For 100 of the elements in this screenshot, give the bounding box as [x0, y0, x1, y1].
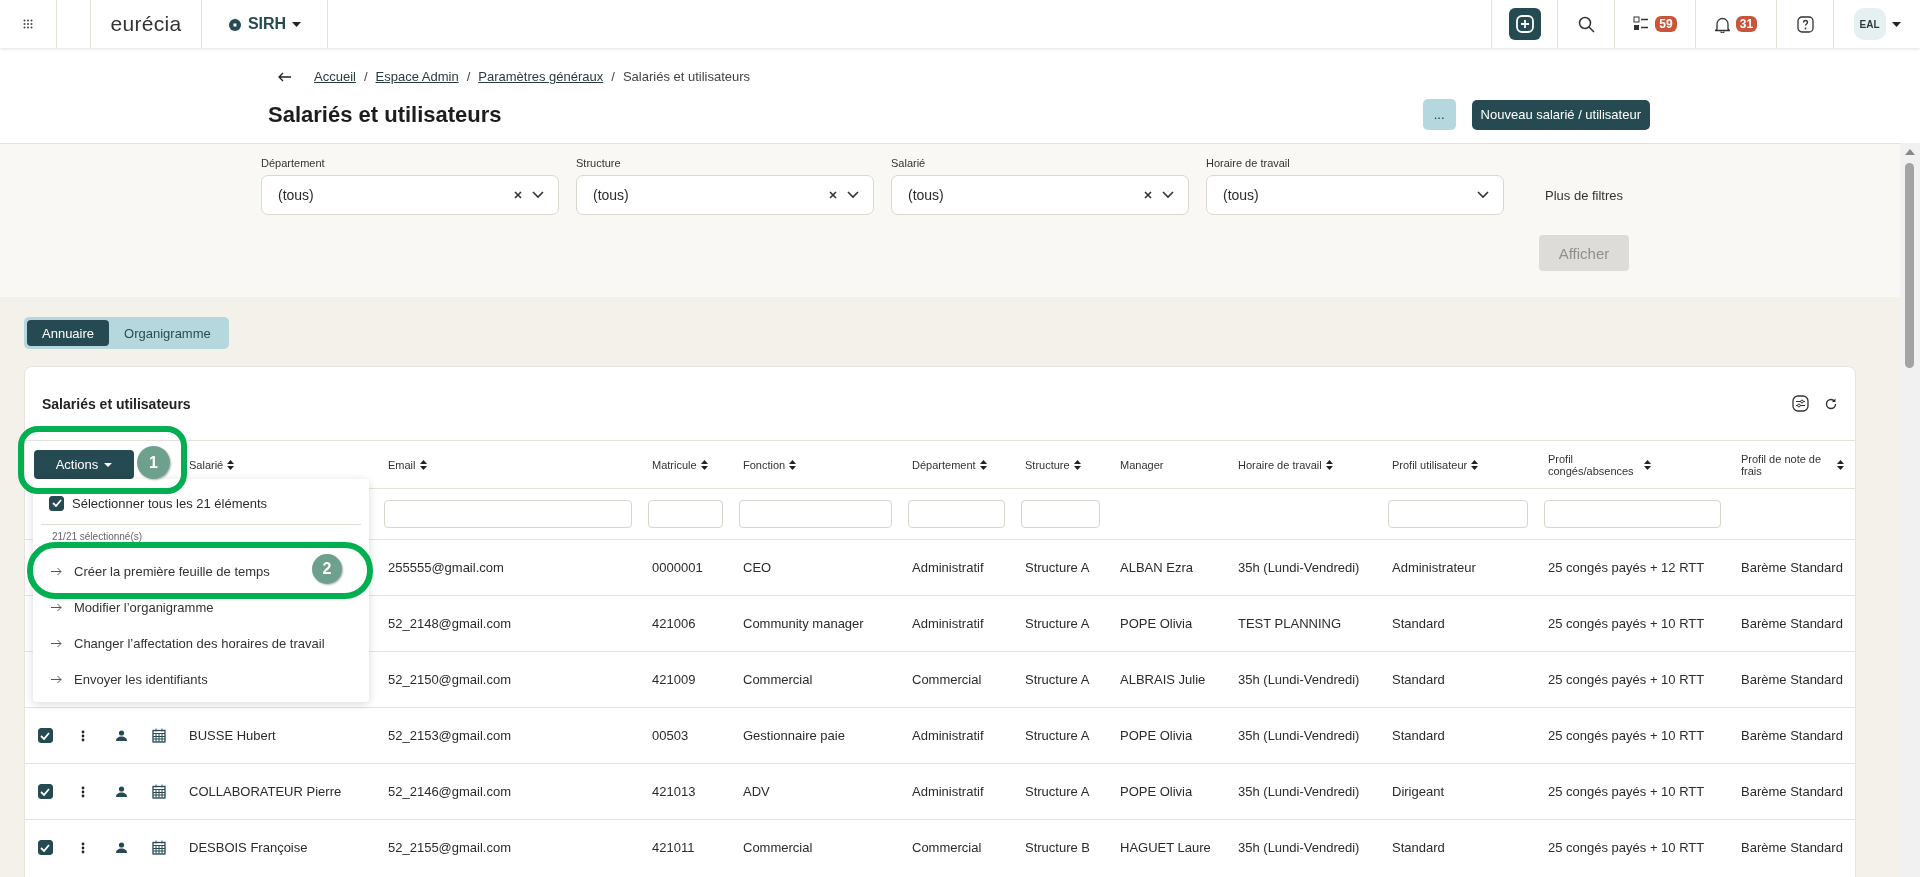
add-button[interactable]	[1508, 8, 1541, 40]
selection-count: 21/21 sélectionné(s)	[52, 531, 143, 543]
column-header[interactable]: Département	[900, 458, 1013, 471]
table-cell-text: 35h (Lundi-Vendredi)	[1237, 672, 1361, 687]
column-filter-field[interactable]	[1021, 500, 1100, 528]
scrollbar[interactable]	[1900, 143, 1920, 877]
column-header[interactable]: Email	[376, 458, 640, 471]
view-tab[interactable]: Annuaire	[27, 320, 110, 346]
column-filter-field[interactable]	[739, 500, 892, 528]
back-arrow-icon[interactable]	[278, 71, 292, 82]
column-header[interactable]: Profil congés/absences	[1536, 452, 1729, 477]
tasks-icon[interactable]	[1633, 16, 1650, 32]
sort-icon[interactable]	[700, 459, 708, 470]
more-vertical-icon[interactable]	[81, 785, 85, 798]
person-icon[interactable]	[115, 842, 127, 853]
column-header[interactable]: Fonction	[731, 458, 900, 471]
filter-label: Horaire de travail	[1206, 157, 1291, 169]
arrow-right-icon	[51, 674, 62, 684]
table-cell-text: Structure A	[1024, 560, 1091, 575]
module-switcher[interactable]: SIRH	[221, 14, 308, 34]
actions-button[interactable]: Actions	[34, 450, 134, 479]
more-vertical-icon[interactable]	[81, 841, 85, 854]
filter-select[interactable]: (tous)	[891, 175, 1189, 215]
column-header[interactable]: Salarié	[177, 458, 376, 471]
select-all-option[interactable]: Sélectionner tous les 21 éléments	[33, 485, 369, 521]
employee-name[interactable]: BUSSE Hubert	[177, 728, 376, 743]
sort-icon[interactable]	[227, 459, 235, 470]
sort-icon[interactable]	[419, 459, 427, 470]
logo[interactable]: eurécia	[110, 12, 182, 36]
breadcrumb-link[interactable]: Espace Admin	[375, 69, 459, 84]
filter-select[interactable]: (tous)	[1206, 175, 1504, 215]
sort-icon[interactable]	[1644, 459, 1651, 470]
calendar-icon[interactable]	[152, 728, 166, 743]
table-cell-text: Commercial	[742, 840, 814, 855]
calendar-icon[interactable]	[152, 784, 166, 799]
view-tab[interactable]: Organigramme	[109, 320, 226, 346]
table-cell-text: Commercial	[911, 840, 983, 855]
table-cell-text: 35h (Lundi-Vendredi)	[1237, 560, 1361, 575]
table-cell-text: Barème Standard	[1740, 728, 1844, 743]
breadcrumb-link[interactable]: Accueil	[314, 69, 356, 84]
column-filter-field[interactable]	[908, 500, 1005, 528]
column-settings-icon[interactable]	[1792, 395, 1809, 412]
column-header[interactable]: Profil de note de frais	[1729, 452, 1856, 477]
row-checkbox[interactable]	[37, 728, 53, 743]
column-filter-field[interactable]	[384, 500, 632, 528]
table-cell-text: Commercial	[911, 672, 983, 687]
menu-item[interactable]: Envoyer les identifiants	[33, 661, 208, 697]
menu-item[interactable]: Changer l’affectation des horaires de travail	[33, 625, 325, 661]
menu-item[interactable]: Modifier l’organigramme	[33, 589, 214, 625]
sort-icon[interactable]	[1837, 459, 1844, 470]
filter-label: Salarié	[891, 157, 927, 169]
more-button[interactable]: ...	[1422, 99, 1456, 130]
chevron-down-icon[interactable]	[1162, 191, 1174, 199]
column-header[interactable]: Matricule	[640, 458, 731, 471]
table-cell-text: Standard	[1391, 672, 1446, 687]
clear-icon[interactable]	[829, 191, 837, 199]
more-vertical-icon[interactable]	[81, 729, 85, 742]
filter-select[interactable]: (tous)	[576, 175, 874, 215]
sort-icon[interactable]	[1325, 459, 1333, 470]
clear-icon[interactable]	[1144, 191, 1152, 199]
sort-icon[interactable]	[979, 459, 987, 470]
column-filter-field[interactable]	[1544, 500, 1721, 528]
sort-icon[interactable]	[789, 459, 797, 470]
clear-icon[interactable]	[514, 191, 522, 199]
chevron-down-icon[interactable]	[1477, 191, 1489, 199]
table-cell-text: Dirigeant	[1391, 784, 1446, 799]
column-header[interactable]: Profil utilisateur	[1380, 458, 1536, 471]
person-icon[interactable]	[115, 730, 127, 741]
person-icon[interactable]	[115, 786, 127, 797]
help-icon[interactable]	[1796, 15, 1814, 33]
employee-name[interactable]: COLLABORATEUR Pierre	[177, 784, 376, 799]
table-cell-text: TEST PLANNING	[1237, 616, 1343, 631]
bell-icon[interactable]	[1714, 15, 1730, 33]
breadcrumb-link[interactable]: Paramètres généraux	[478, 69, 604, 84]
column-header[interactable]: Horaire de travail	[1226, 458, 1380, 471]
row-checkbox[interactable]	[37, 784, 53, 799]
column-header[interactable]: Structure	[1013, 458, 1108, 471]
column-filter-field[interactable]	[1388, 500, 1528, 528]
table-cell-text: CEO	[742, 560, 773, 575]
table-cell-text: 0000001	[651, 560, 704, 575]
caret-icon[interactable]	[1891, 21, 1901, 27]
apps-grid-icon[interactable]	[23, 19, 33, 29]
more-filters-link[interactable]: Plus de filtres	[1545, 175, 1624, 215]
employee-name[interactable]: DESBOIS Françoise	[177, 840, 376, 855]
sort-icon[interactable]	[1471, 459, 1479, 470]
sort-icon[interactable]	[1073, 459, 1081, 470]
refresh-icon[interactable]	[1825, 397, 1837, 410]
table-cell-text: Administratif	[911, 560, 985, 575]
column-filter-field[interactable]	[648, 500, 723, 528]
row-checkbox[interactable]	[37, 840, 53, 855]
new-employee-button[interactable]: Nouveau salarié / utilisateur	[1471, 99, 1650, 130]
filter-select[interactable]: (tous)	[261, 175, 559, 215]
chevron-down-icon[interactable]	[847, 191, 859, 199]
menu-item[interactable]: Créer la première feuille de temps	[33, 553, 270, 589]
scroll-up-icon[interactable]	[1905, 149, 1915, 155]
chevron-down-icon[interactable]	[532, 191, 544, 199]
select-all-checkbox[interactable]	[49, 495, 64, 511]
scrollbar-thumb[interactable]	[1905, 163, 1914, 368]
user-avatar[interactable]: EAL	[1853, 8, 1886, 40]
calendar-icon[interactable]	[152, 840, 166, 855]
